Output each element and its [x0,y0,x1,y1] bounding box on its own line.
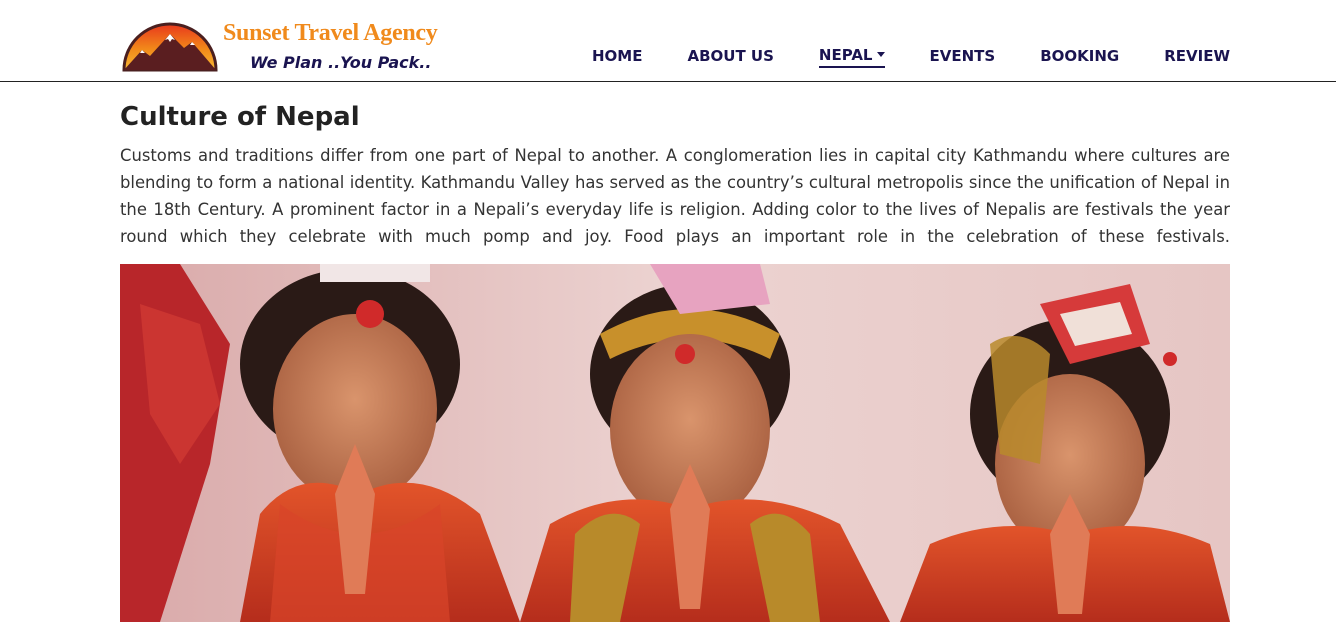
culture-photo [120,264,1230,622]
intro-paragraph: Customs and traditions differ from one p… [120,146,1230,246]
nav-about-us[interactable]: ABOUT US [687,46,773,68]
nav-events[interactable]: EVENTS [930,46,996,68]
site-logo[interactable]: Sunset Travel Agency We Plan ..You Pack.… [120,6,438,76]
nav-review[interactable]: REVIEW [1164,46,1230,68]
nav-home[interactable]: HOME [592,46,642,68]
nav-nepal-label: NEPAL [818,46,873,64]
main-content: Culture of Nepal Customs and traditions … [120,100,1230,250]
nav-nepal-dropdown[interactable]: NEPAL [818,46,885,68]
caret-down-icon [876,51,885,57]
brand-tagline: We Plan ..You Pack.. [250,53,432,72]
nav-booking[interactable]: BOOKING [1040,46,1119,68]
page-title: Culture of Nepal [120,102,360,132]
brand-name: Sunset Travel Agency [223,20,438,46]
site-header: Sunset Travel Agency We Plan ..You Pack.… [0,0,1336,82]
page: Sunset Travel Agency We Plan ..You Pack.… [0,0,1336,622]
sunset-mountain-logo-icon [122,22,218,72]
main-nav: HOME ABOUT US NEPAL EVENTS BOOKING REVIE… [547,46,1230,68]
children-in-traditional-dress-image [120,264,1230,622]
